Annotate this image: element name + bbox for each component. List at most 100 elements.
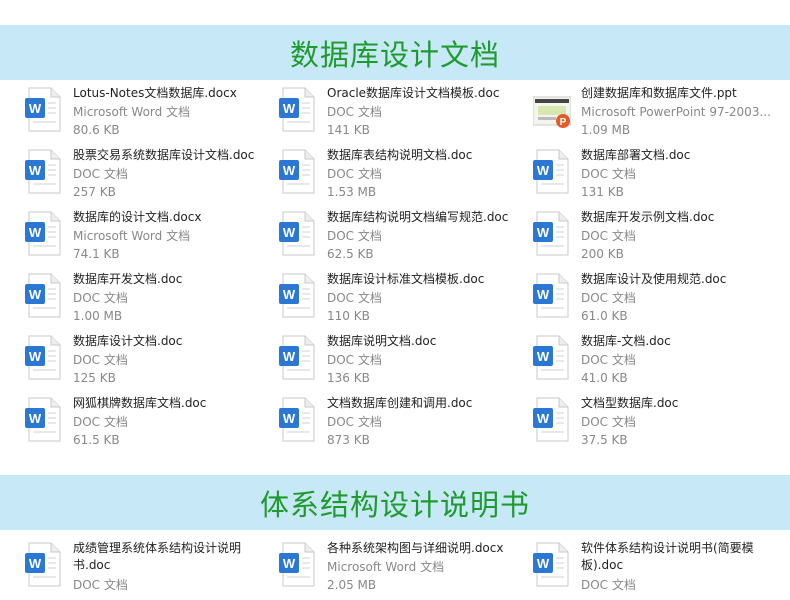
word-icon: W [25, 542, 63, 588]
file-type: DOC 文档 [581, 291, 636, 305]
file-item[interactable]: W 数据库说明文档.doc DOC 文档 136 KB [279, 333, 519, 389]
word-icon: W [25, 273, 63, 319]
file-type: DOC 文档 [581, 229, 636, 243]
word-icon: W [279, 397, 317, 443]
file-size: 136 KB [327, 371, 370, 385]
svg-text:W: W [283, 556, 296, 571]
file-name[interactable]: 数据库开发文档.doc [73, 271, 268, 288]
file-item[interactable]: W 文档数据库创建和调用.doc DOC 文档 873 KB [279, 395, 519, 451]
file-name[interactable]: Lotus-Notes文档数据库.docx [73, 85, 268, 102]
svg-text:W: W [283, 101, 296, 116]
svg-text:W: W [29, 101, 42, 116]
file-item[interactable]: W 文档型数据库.doc DOC 文档 37.5 KB [533, 395, 773, 451]
word-icon: W [533, 335, 571, 381]
file-item[interactable]: W 数据库结构说明文档编写规范.doc DOC 文档 62.5 KB [279, 209, 519, 265]
word-icon: W [279, 542, 317, 588]
file-name[interactable]: 数据库的设计文档.docx [73, 209, 268, 226]
file-size: 1.00 MB [73, 309, 123, 323]
file-size: 141 KB [327, 123, 370, 137]
file-name[interactable]: 创建数据库和数据库文件.ppt [581, 85, 776, 102]
file-name[interactable]: Oracle数据库设计文档模板.doc [327, 85, 522, 102]
file-name[interactable]: 数据库表结构说明文档.doc [327, 147, 522, 164]
svg-text:W: W [29, 287, 42, 302]
word-icon: W [533, 211, 571, 257]
file-type: Microsoft Word 文档 [73, 105, 191, 119]
file-item[interactable]: W 数据库开发文档.doc DOC 文档 1.00 MB [25, 271, 265, 327]
file-size: 62.5 KB [327, 247, 374, 261]
word-icon: W [25, 87, 63, 133]
file-item[interactable]: W 数据库表结构说明文档.doc DOC 文档 1.53 MB [279, 147, 519, 203]
svg-text:W: W [283, 287, 296, 302]
file-size: 61.5 KB [73, 433, 120, 447]
file-item[interactable]: W 数据库设计标准文档模板.doc DOC 文档 110 KB [279, 271, 519, 327]
ppt-icon: P [532, 87, 572, 133]
word-icon: W [533, 542, 571, 588]
file-type: DOC 文档 [73, 578, 128, 592]
file-name[interactable]: 股票交易系统数据库设计文档.doc [73, 147, 268, 164]
file-item[interactable]: W 数据库部署文档.doc DOC 文档 131 KB [533, 147, 773, 203]
word-icon: W [279, 149, 317, 195]
file-type: DOC 文档 [581, 353, 636, 367]
file-name[interactable]: 数据库说明文档.doc [327, 333, 522, 350]
file-item[interactable]: W Oracle数据库设计文档模板.doc DOC 文档 141 KB [279, 85, 519, 141]
file-name[interactable]: 数据库设计标准文档模板.doc [327, 271, 522, 288]
section-title: 数据库设计文档 [289, 37, 500, 72]
word-icon: W [533, 397, 571, 443]
word-icon: W [279, 335, 317, 381]
file-size: 41.0 KB [581, 371, 628, 385]
svg-text:W: W [29, 556, 42, 571]
file-name[interactable]: 文档型数据库.doc [581, 395, 776, 412]
word-icon: W [25, 397, 63, 443]
svg-text:W: W [283, 411, 296, 426]
file-item[interactable]: W 数据库的设计文档.docx Microsoft Word 文档 74.1 KB [25, 209, 265, 265]
file-size: 110 KB [327, 309, 370, 323]
file-size: 200 KB [581, 247, 624, 261]
file-size: 80.6 KB [73, 123, 120, 137]
file-name[interactable]: 各种系统架构图与详细说明.docx [327, 540, 522, 557]
file-type: DOC 文档 [581, 578, 636, 592]
file-item[interactable]: W 网狐棋牌数据库文档.doc DOC 文档 61.5 KB [25, 395, 265, 451]
file-name[interactable]: 网狐棋牌数据库文档.doc [73, 395, 268, 412]
file-item[interactable]: W 股票交易系统数据库设计文档.doc DOC 文档 257 KB [25, 147, 265, 203]
file-name[interactable]: 数据库开发示例文档.doc [581, 209, 776, 226]
file-item[interactable]: W 各种系统架构图与详细说明.docx Microsoft Word 文档 2.05 … [279, 540, 519, 596]
file-name[interactable]: 文档数据库创建和调用.doc [327, 395, 522, 412]
svg-text:W: W [537, 287, 550, 302]
svg-text:W: W [537, 225, 550, 240]
file-name[interactable]: 数据库结构说明文档编写规范.doc [327, 209, 522, 226]
file-name[interactable]: 数据库部署文档.doc [581, 147, 776, 164]
file-item[interactable]: W Lotus-Notes文档数据库.docx Microsoft Word 文档 8… [25, 85, 265, 141]
file-type: DOC 文档 [327, 353, 382, 367]
file-name[interactable]: 软件体系结构设计说明书(简要模板).doc [581, 540, 776, 574]
file-item[interactable]: W 数据库开发示例文档.doc DOC 文档 200 KB [533, 209, 773, 265]
file-name[interactable]: 成绩管理系统体系结构设计说明书.doc [73, 540, 268, 574]
file-size: 61.0 KB [581, 309, 628, 323]
svg-text:W: W [537, 163, 550, 178]
file-item[interactable]: P 创建数据库和数据库文件.ppt Microsoft PowerPoint 97-… [532, 85, 776, 141]
file-type: DOC 文档 [327, 291, 382, 305]
svg-text:W: W [283, 349, 296, 364]
file-item[interactable]: W 数据库-文档.doc DOC 文档 41.0 KB [533, 333, 773, 389]
word-icon: W [279, 211, 317, 257]
file-item[interactable]: W 数据库设计文档.doc DOC 文档 125 KB [25, 333, 265, 389]
file-item[interactable]: W 数据库设计及使用规范.doc DOC 文档 61.0 KB [533, 271, 773, 327]
file-size: 1.09 MB [581, 123, 631, 137]
file-type: DOC 文档 [327, 167, 382, 181]
file-size: 37.5 KB [581, 433, 628, 447]
file-size: 257 KB [73, 185, 116, 199]
word-icon: W [25, 149, 63, 195]
file-name[interactable]: 数据库设计文档.doc [73, 333, 268, 350]
file-type: Microsoft Word 文档 [327, 560, 445, 574]
svg-text:W: W [283, 225, 296, 240]
file-type: DOC 文档 [73, 291, 128, 305]
word-icon: W [279, 87, 317, 133]
svg-text:W: W [29, 349, 42, 364]
svg-text:W: W [537, 411, 550, 426]
word-icon: W [533, 273, 571, 319]
section-banner-database-docs: 数据库设计文档 [0, 25, 790, 80]
file-name[interactable]: 数据库设计及使用规范.doc [581, 271, 776, 288]
file-item[interactable]: W 成绩管理系统体系结构设计说明书.doc DOC 文档 [25, 540, 265, 596]
file-name[interactable]: 数据库-文档.doc [581, 333, 776, 350]
file-size: 2.05 MB [327, 578, 377, 592]
file-item[interactable]: W 软件体系结构设计说明书(简要模板).doc DOC 文档 [533, 540, 773, 596]
